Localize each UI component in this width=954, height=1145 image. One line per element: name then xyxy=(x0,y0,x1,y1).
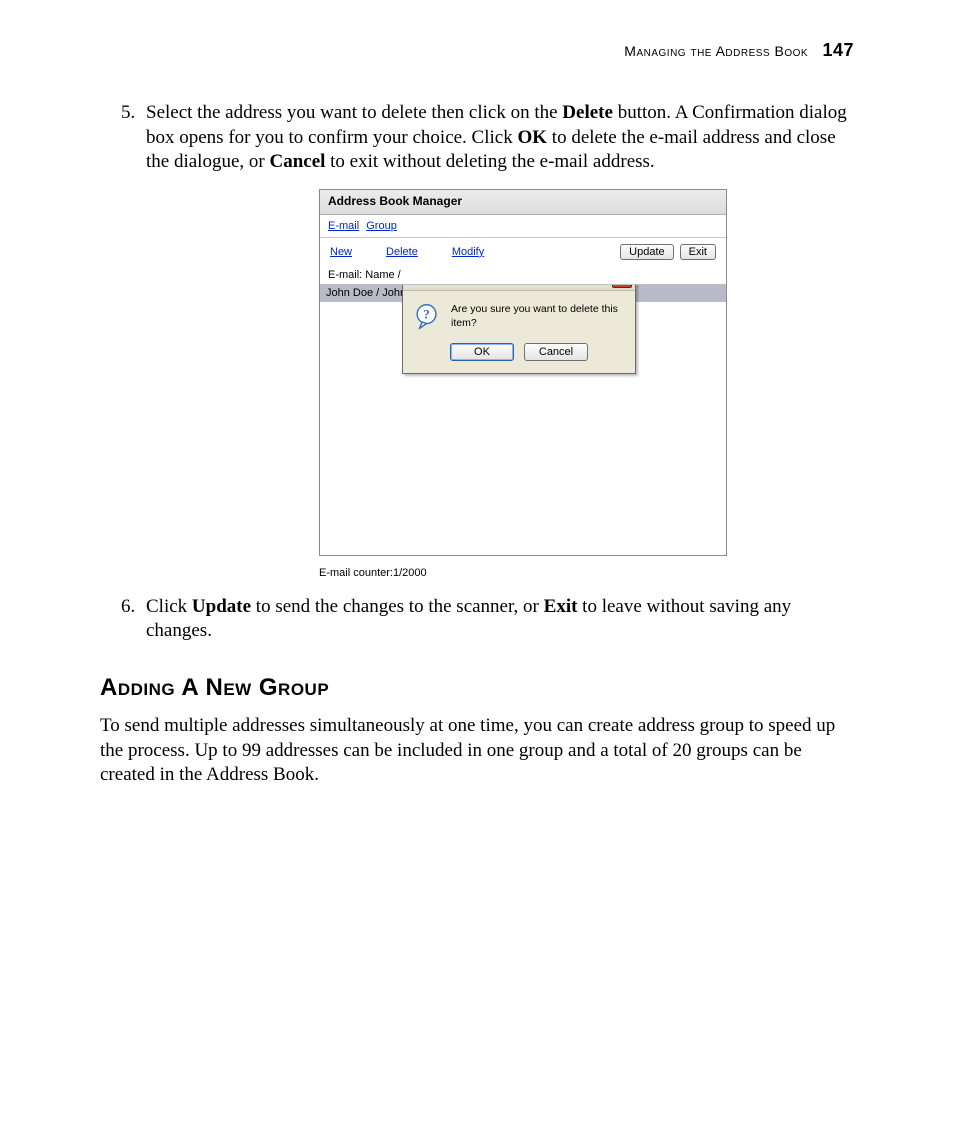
email-counter: E-mail counter:1/2000 xyxy=(319,566,727,580)
svg-text:?: ? xyxy=(423,306,430,321)
modify-link[interactable]: Modify xyxy=(452,245,484,259)
section-paragraph: To send multiple addresses simultaneousl… xyxy=(100,714,854,788)
address-book-manager: Address Book Manager E-mail Group New De… xyxy=(319,189,727,556)
question-icon: ? xyxy=(415,304,441,330)
step-5: Select the address you want to delete th… xyxy=(140,101,854,581)
close-icon[interactable] xyxy=(612,284,632,288)
dialog-titlebar: Message from webpage xyxy=(403,284,635,291)
update-button[interactable]: Update xyxy=(620,244,673,260)
cancel-button[interactable]: Cancel xyxy=(524,343,588,361)
tab-email[interactable]: E-mail xyxy=(328,220,359,232)
figure-column: Address Book Manager E-mail Group New De… xyxy=(319,189,727,580)
email-list[interactable]: John Doe / John Message from webpage xyxy=(320,284,726,555)
running-head: Managing the Address Book 147 xyxy=(100,40,854,61)
delete-word: Delete xyxy=(562,102,613,123)
cancel-word: Cancel xyxy=(269,151,325,172)
running-title: Managing the Address Book xyxy=(624,43,808,59)
abm-title: Address Book Manager xyxy=(320,190,726,215)
page-number: 147 xyxy=(822,40,854,60)
tab-group[interactable]: Group xyxy=(366,220,397,232)
ok-word: OK xyxy=(517,127,547,148)
dialog-title: Message from webpage xyxy=(411,284,535,286)
column-header: E-mail: Name / xyxy=(320,266,726,284)
abm-tabs: E-mail Group xyxy=(320,215,726,235)
exit-button[interactable]: Exit xyxy=(680,244,716,260)
dialog-text: Are you sure you want to delete this ite… xyxy=(451,303,623,330)
new-link[interactable]: New xyxy=(330,245,352,259)
figure-wrap: Address Book Manager E-mail Group New De… xyxy=(192,189,854,580)
confirm-dialog: Message from webpage xyxy=(402,284,636,374)
abm-toolbar: New Delete Modify Update Exit xyxy=(320,238,726,266)
ok-button[interactable]: OK xyxy=(450,343,514,361)
exit-word: Exit xyxy=(544,596,578,617)
delete-link[interactable]: Delete xyxy=(386,245,418,259)
step-list: Select the address you want to delete th… xyxy=(100,101,854,644)
section-heading: Adding A New Group xyxy=(100,674,854,702)
update-word: Update xyxy=(192,596,251,617)
step-6: Click Update to send the changes to the … xyxy=(140,595,854,644)
